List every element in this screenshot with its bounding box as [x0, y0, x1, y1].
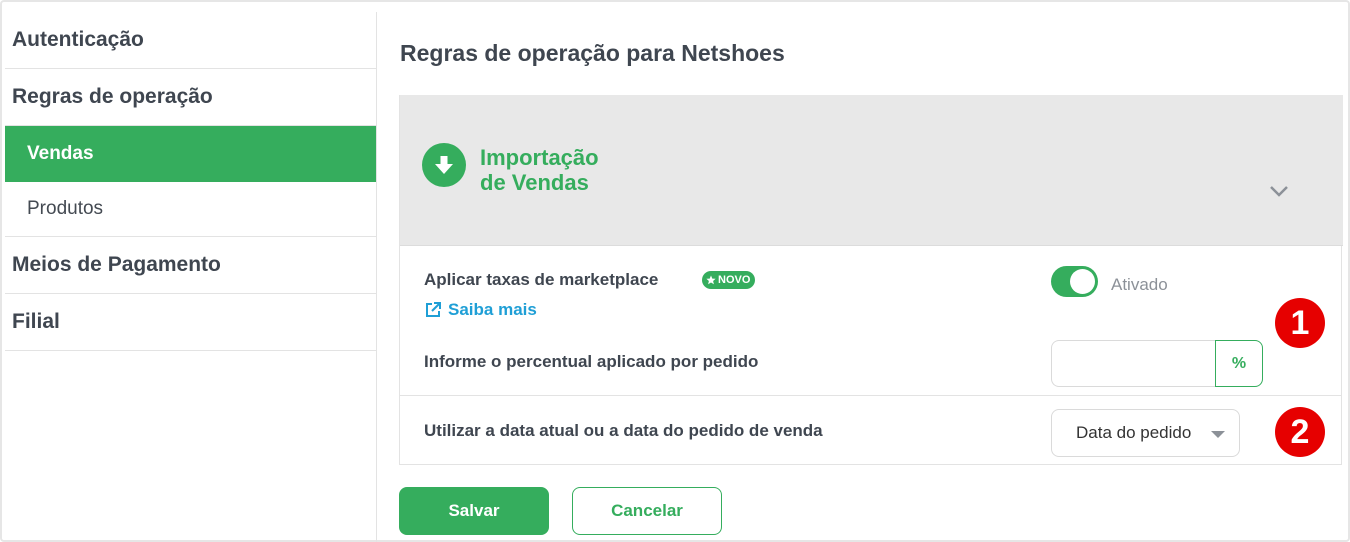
page-title: Regras de operação para Netshoes — [400, 40, 785, 66]
date-option-select[interactable]: Data do pedido — [1051, 409, 1240, 457]
toggle-knob — [1070, 269, 1095, 294]
annotation-marker-1: 1 — [1275, 298, 1325, 348]
sidebar-item-meios-de-pagamento[interactable]: Meios de Pagamento — [5, 237, 376, 294]
sidebar-item-regras-de-operacao[interactable]: Regras de operação — [5, 69, 376, 126]
section-title: Importação de Vendas — [480, 145, 599, 195]
section-header-importacao-vendas[interactable]: Importação de Vendas — [400, 95, 1343, 246]
date-option-selected: Data do pedido — [1076, 423, 1192, 442]
marketplace-fee-toggle[interactable] — [1051, 266, 1098, 297]
sidebar-item-label: Meios de Pagamento — [12, 253, 221, 276]
new-badge-label: NOVO — [718, 274, 751, 286]
sidebar-item-produtos[interactable]: Produtos — [5, 182, 376, 237]
external-link-icon — [426, 302, 441, 317]
sidebar-item-label: Filial — [12, 310, 60, 333]
marketplace-fee-label: Aplicar taxas de marketplace — [424, 270, 659, 289]
new-badge: NOVO — [702, 271, 756, 289]
percent-input[interactable] — [1051, 340, 1216, 387]
toggle-state-label: Ativado — [1111, 275, 1168, 294]
marketplace-fee-row: Aplicar taxas de marketplace NOVO Saiba … — [400, 246, 1341, 396]
learn-more-link[interactable]: Saiba mais — [424, 300, 537, 320]
annotation-marker-2: 2 — [1275, 407, 1325, 457]
star-icon — [706, 275, 716, 285]
sidebar-item-filial[interactable]: Filial — [5, 294, 376, 351]
caret-down-icon — [1211, 431, 1225, 438]
cancel-button[interactable]: Cancelar — [572, 487, 722, 535]
download-arrow-icon — [422, 143, 466, 187]
save-button[interactable]: Salvar — [399, 487, 549, 535]
percent-symbol: % — [1231, 354, 1247, 372]
date-option-label: Utilizar a data atual ou a data do pedid… — [424, 421, 823, 440]
sidebar-divider — [376, 12, 377, 542]
import-sales-section: Importação de Vendas Aplicar taxas de ma… — [399, 95, 1343, 465]
sidebar-item-label: Autenticação — [12, 28, 144, 51]
sidebar-item-label: Regras de operação — [12, 85, 213, 108]
sidebar: Autenticação Regras de operação Vendas P… — [5, 12, 376, 351]
learn-more-label: Saiba mais — [448, 300, 537, 319]
section-title-line2: de Vendas — [480, 170, 589, 195]
date-option-row: Utilizar a data atual ou a data do pedid… — [400, 397, 1341, 464]
sidebar-item-autenticacao[interactable]: Autenticação — [5, 12, 376, 69]
section-title-line1: Importação — [480, 145, 599, 170]
chevron-down-icon[interactable] — [1268, 183, 1290, 199]
sidebar-item-label: Vendas — [27, 143, 94, 164]
percent-icon[interactable]: % — [1215, 340, 1263, 387]
sidebar-item-vendas[interactable]: Vendas — [5, 126, 376, 182]
percent-label: Informe o percentual aplicado por pedido — [424, 352, 759, 371]
sidebar-item-label: Produtos — [27, 198, 104, 219]
